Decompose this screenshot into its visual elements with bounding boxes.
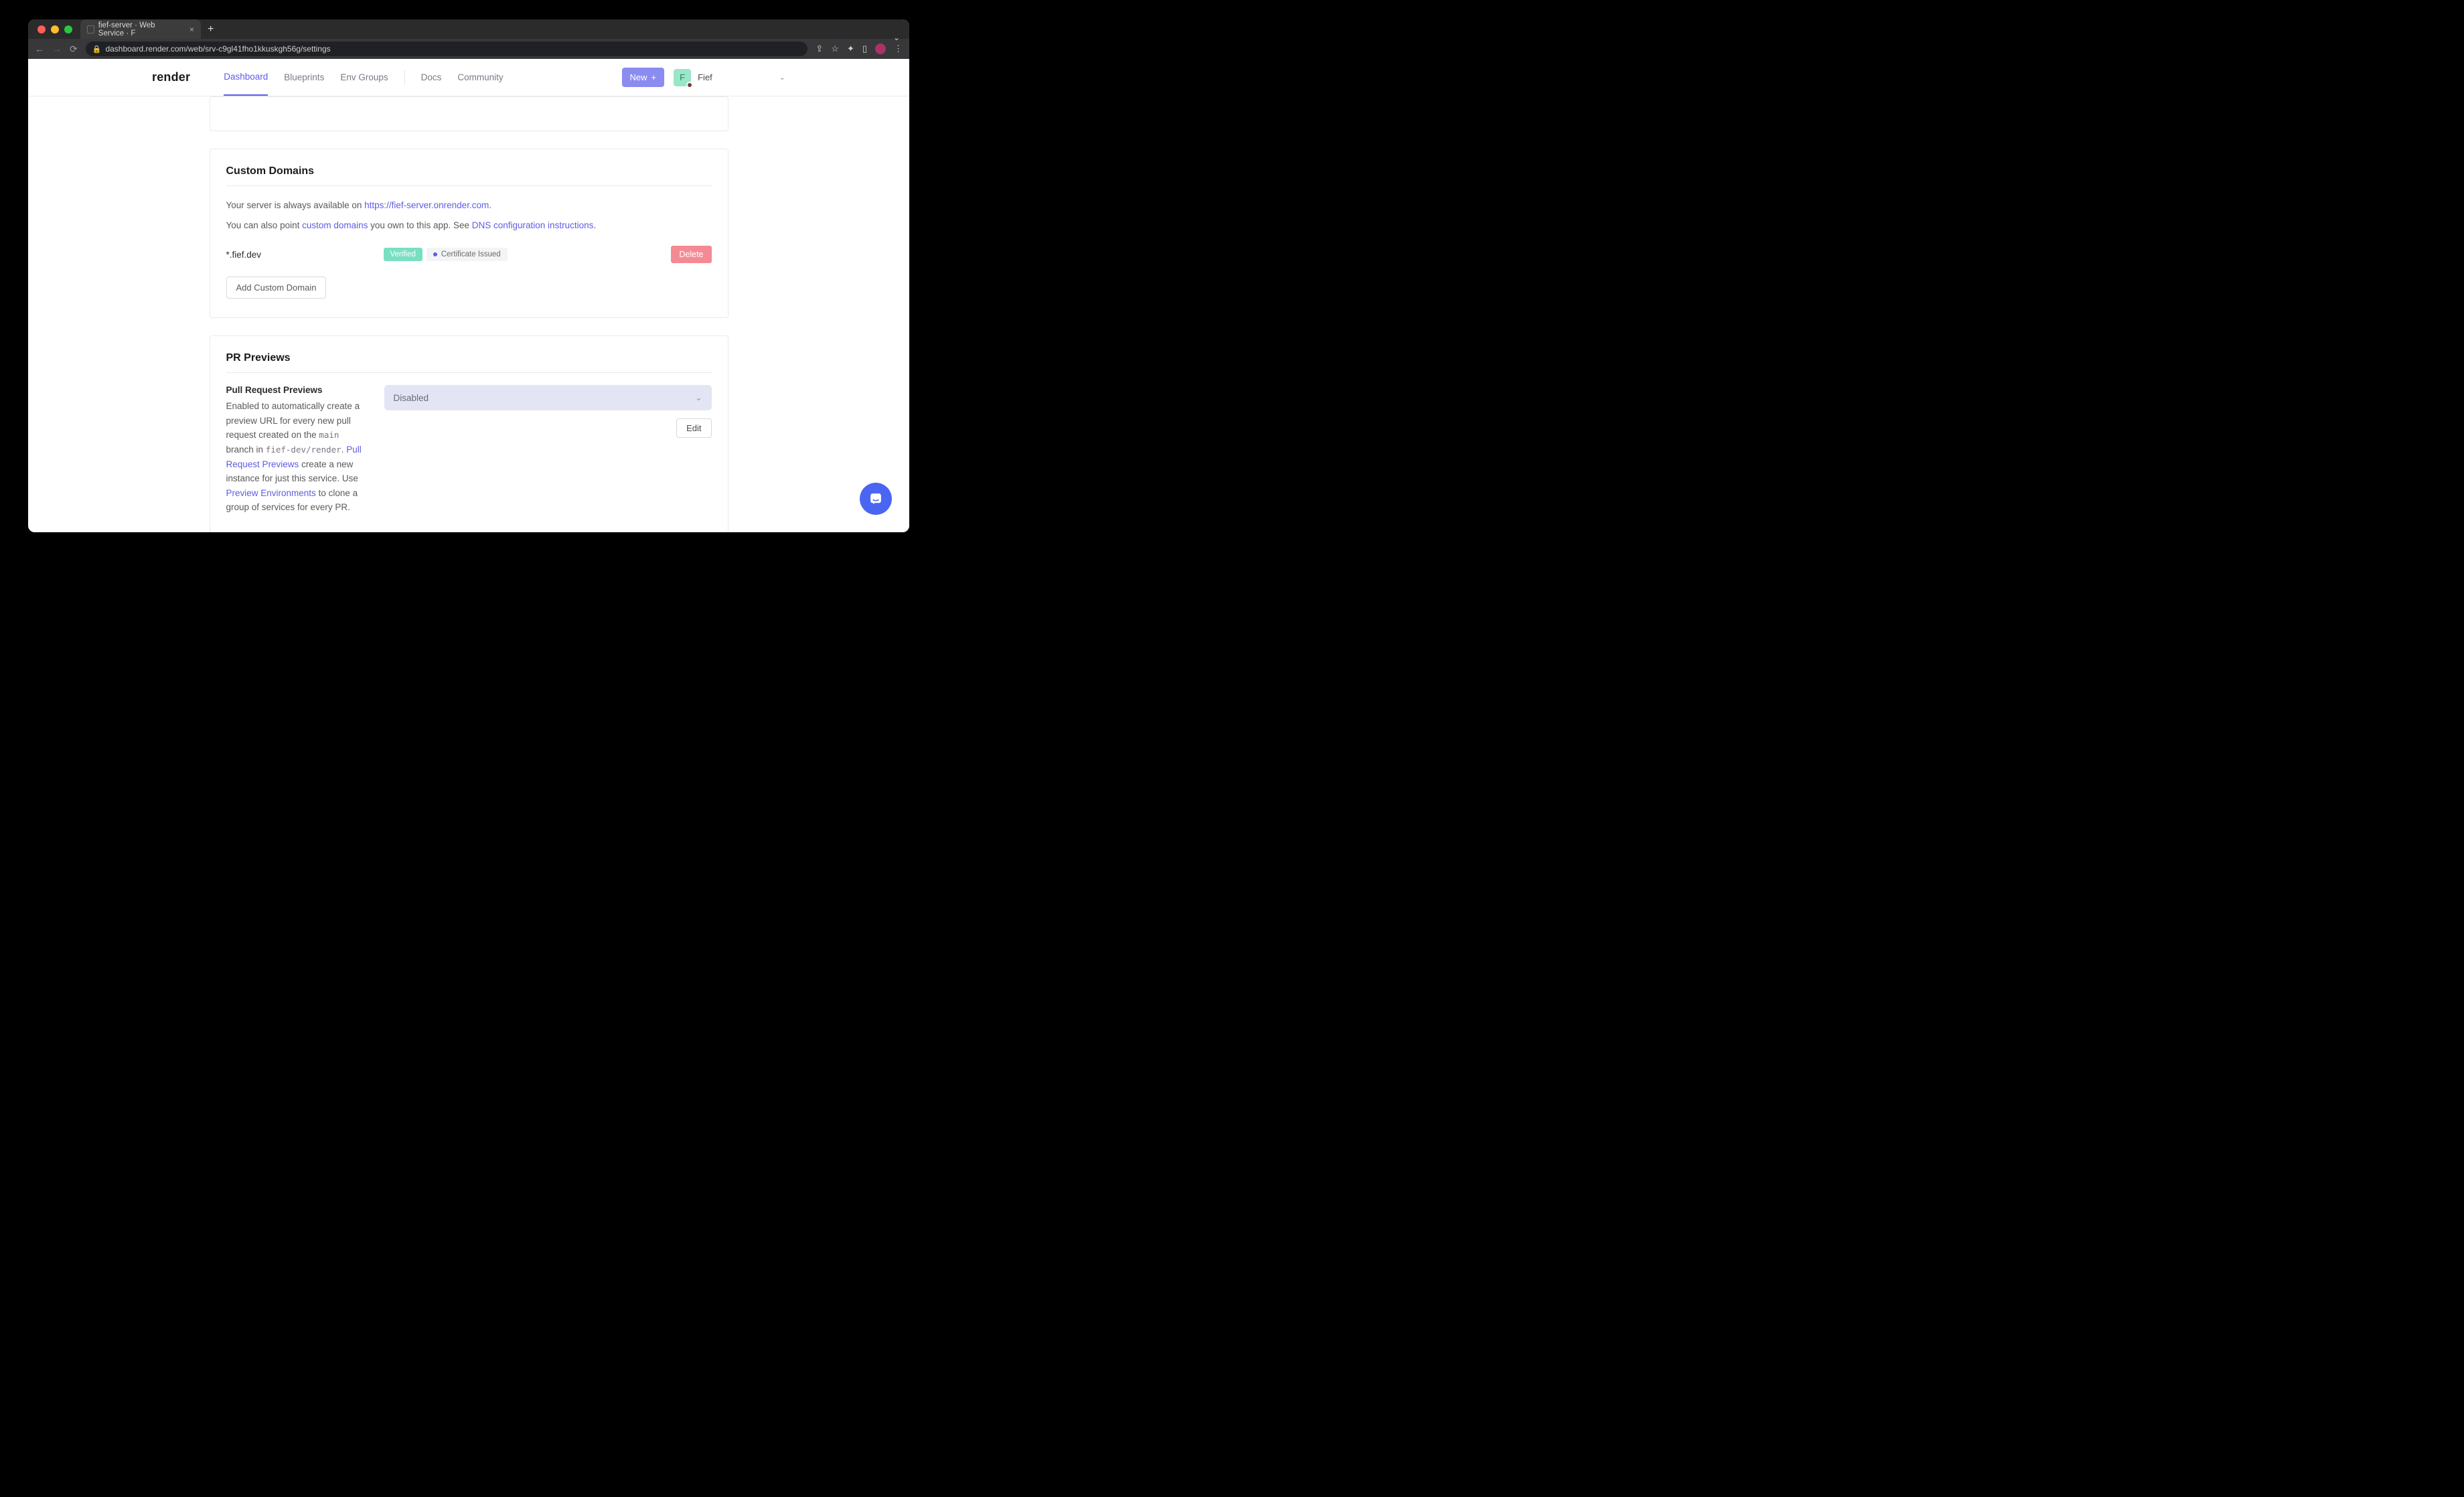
pr-previews-subheading: Pull Request Previews xyxy=(226,385,367,395)
share-icon[interactable]: ⇪ xyxy=(816,44,823,54)
url-text: dashboard.render.com/web/srv-c9gl41fho1k… xyxy=(105,44,330,54)
domain-row: *.fief.dev Verified Certificate Issued D… xyxy=(226,246,712,263)
new-button-label: New xyxy=(630,72,647,82)
nav-community[interactable]: Community xyxy=(457,72,503,82)
settings-content: Custom Domains Your server is always ava… xyxy=(210,96,728,532)
intercom-launcher[interactable] xyxy=(860,483,892,515)
secondary-nav: Docs Community xyxy=(421,72,504,82)
primary-nav: Dashboard Blueprints Env Groups xyxy=(224,59,388,96)
custom-domains-heading: Custom Domains xyxy=(226,165,712,177)
panel-custom-domains: Custom Domains Your server is always ava… xyxy=(210,149,728,318)
profile-avatar-button[interactable] xyxy=(875,44,886,54)
nav-blueprints[interactable]: Blueprints xyxy=(284,59,324,96)
nav-docs[interactable]: Docs xyxy=(421,72,442,82)
text: . xyxy=(593,220,596,230)
team-name: Fief xyxy=(698,72,712,82)
render-logo[interactable]: render xyxy=(152,70,190,84)
extensions-icon[interactable]: ✦ xyxy=(847,44,854,54)
preview-environments-link[interactable]: Preview Environments xyxy=(226,488,316,498)
default-domain-link[interactable]: https://fief-server.onrender.com xyxy=(364,200,489,210)
window-zoom-button[interactable] xyxy=(64,25,72,33)
close-icon[interactable]: × xyxy=(189,25,194,34)
app-root: render Dashboard Blueprints Env Groups D… xyxy=(28,59,909,532)
chevron-down-icon: ⌄ xyxy=(779,73,785,82)
verified-badge: Verified xyxy=(384,248,422,261)
traffic-lights xyxy=(37,25,72,33)
custom-domains-docs-link[interactable]: custom domains xyxy=(302,220,368,230)
lock-icon: 🔒 xyxy=(92,45,102,54)
repo-code: fief-dev/render xyxy=(266,445,341,455)
pr-previews-body: Enabled to automatically create a previe… xyxy=(226,399,367,515)
nav-dashboard[interactable]: Dashboard xyxy=(224,59,268,96)
window-close-button[interactable] xyxy=(37,25,46,33)
pr-previews-description: Pull Request Previews Enabled to automat… xyxy=(226,385,367,515)
app-header: render Dashboard Blueprints Env Groups D… xyxy=(28,59,909,96)
main-branch-code: main xyxy=(319,430,339,440)
intercom-icon xyxy=(868,491,883,506)
text: you own to this app. See xyxy=(368,220,471,230)
browser-toolbar: ← → ⟳ 🔒 dashboard.render.com/web/srv-c9g… xyxy=(28,39,909,59)
new-tab-button[interactable]: + xyxy=(208,23,214,35)
forward-button[interactable]: → xyxy=(52,44,62,54)
team-avatar-initial: F xyxy=(680,72,685,82)
window-titlebar: fief-server · Web Service · F × + ⌄ xyxy=(28,19,909,39)
text: You can also point xyxy=(226,220,303,230)
text: Your server is always available on xyxy=(226,200,365,210)
text: Enabled to automatically create a previe… xyxy=(226,401,360,440)
custom-domains-intro: Your server is always available on https… xyxy=(226,198,712,213)
divider xyxy=(226,372,712,373)
delete-domain-button[interactable]: Delete xyxy=(671,246,711,263)
kebab-menu-icon[interactable]: ⋮ xyxy=(894,44,903,54)
nav-divider xyxy=(404,70,405,85)
new-button[interactable]: New + xyxy=(622,68,665,87)
browser-window: fief-server · Web Service · F × + ⌄ ← → … xyxy=(28,19,909,532)
reload-button[interactable]: ⟳ xyxy=(70,44,78,55)
team-status-dot xyxy=(686,82,693,88)
settings-scroll-area[interactable]: Custom Domains Your server is always ava… xyxy=(28,96,909,532)
add-custom-domain-button[interactable]: Add Custom Domain xyxy=(226,277,327,299)
tab-title: fief-server · Web Service · F xyxy=(98,21,183,37)
plus-icon: + xyxy=(651,72,657,82)
panel-pr-previews: PR Previews Pull Request Previews Enable… xyxy=(210,335,728,532)
pr-previews-heading: PR Previews xyxy=(226,352,712,364)
tab-favicon xyxy=(87,25,94,33)
divider xyxy=(226,185,712,186)
panel-prev-cutoff xyxy=(210,96,728,131)
text: . xyxy=(489,200,491,210)
dns-instructions-link[interactable]: DNS configuration instructions xyxy=(472,220,594,230)
back-button[interactable]: ← xyxy=(35,44,44,54)
tabs-overflow-button[interactable]: ⌄ xyxy=(893,33,900,42)
bookmark-icon[interactable]: ☆ xyxy=(831,44,839,54)
panel-icon[interactable]: ▯ xyxy=(862,44,867,54)
team-avatar: F xyxy=(674,69,691,86)
browser-tab-active[interactable]: fief-server · Web Service · F × xyxy=(80,19,201,39)
browser-tabs: fief-server · Web Service · F × + xyxy=(80,19,214,39)
pr-previews-select[interactable]: Disabled ⌄ xyxy=(384,385,712,410)
pr-previews-control: Disabled ⌄ Edit xyxy=(384,385,712,515)
certificate-badge: Certificate Issued xyxy=(427,248,508,261)
toolbar-right-icons: ⇪ ☆ ✦ ▯ ⋮ xyxy=(816,44,903,54)
nav-envgroups[interactable]: Env Groups xyxy=(340,59,388,96)
window-minimize-button[interactable] xyxy=(51,25,59,33)
domain-hostname: *.fief.dev xyxy=(226,250,384,260)
pr-previews-select-value: Disabled xyxy=(394,393,429,403)
pr-previews-edit-button[interactable]: Edit xyxy=(676,418,711,438)
pr-previews-row: Pull Request Previews Enabled to automat… xyxy=(226,385,712,515)
address-bar[interactable]: 🔒 dashboard.render.com/web/srv-c9gl41fho… xyxy=(86,42,808,56)
team-switcher[interactable]: F Fief ⌄ xyxy=(674,69,785,86)
header-right: New + F Fief ⌄ xyxy=(622,68,786,87)
text: branch in xyxy=(226,445,266,455)
custom-domains-line2: You can also point custom domains you ow… xyxy=(226,218,712,233)
chevron-down-icon: ⌄ xyxy=(695,393,702,402)
